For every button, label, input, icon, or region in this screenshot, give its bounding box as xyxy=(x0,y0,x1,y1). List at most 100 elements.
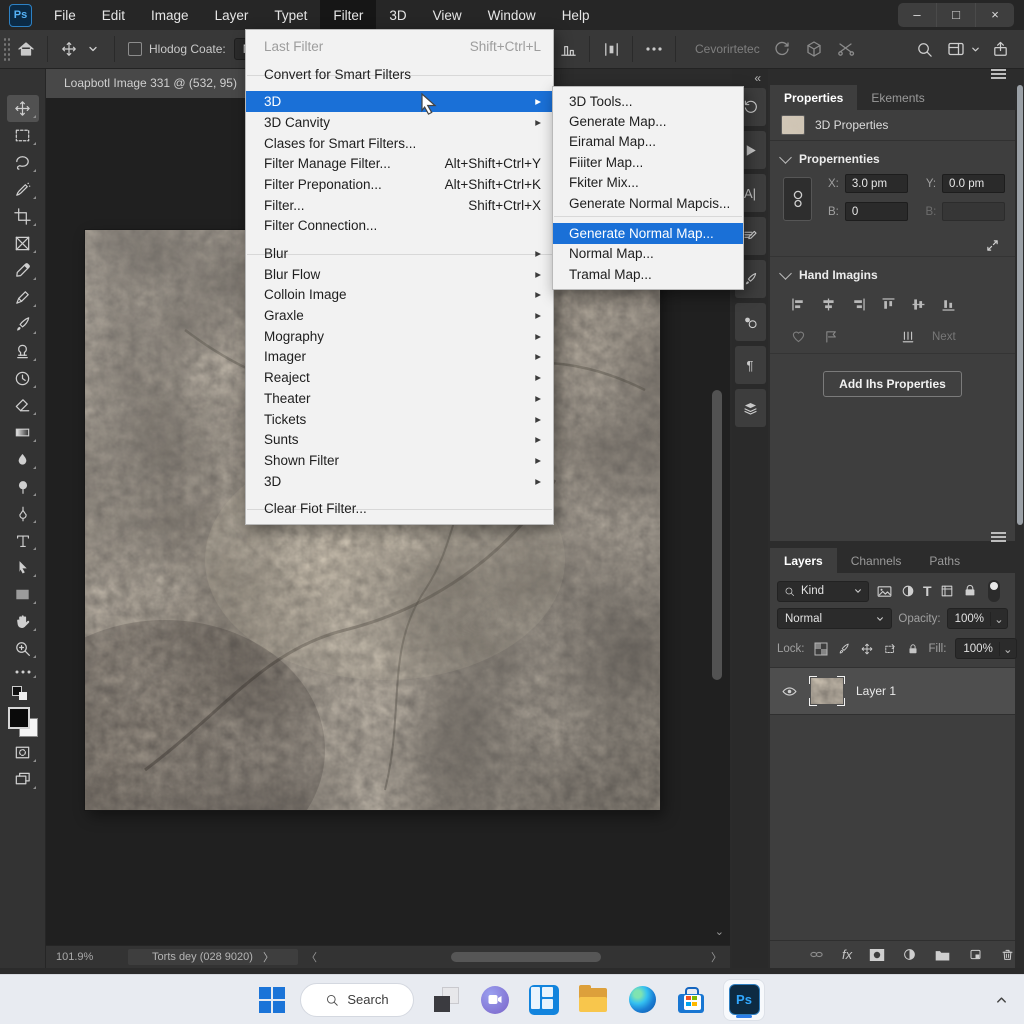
lock-transparency-icon[interactable] xyxy=(814,642,828,656)
foreground-color-swatch[interactable] xyxy=(8,707,30,729)
clone-stamp-tool[interactable] xyxy=(7,338,39,365)
lock-pixels-icon[interactable] xyxy=(837,642,851,656)
layer-name[interactable]: Layer 1 xyxy=(856,684,896,698)
panel-tab[interactable]: Properties xyxy=(770,85,857,110)
canvas-vertical-scrollbar[interactable] xyxy=(712,390,722,680)
menubar-item[interactable]: Window xyxy=(475,0,549,30)
submenu-item[interactable]: Eiramal Map... xyxy=(553,132,743,152)
menu-item[interactable]: 3D Canvity xyxy=(246,112,553,133)
task-view-button[interactable] xyxy=(429,983,463,1017)
chevron-down-icon[interactable] xyxy=(81,37,105,61)
dodge-tool[interactable] xyxy=(7,473,39,500)
share-icon[interactable] xyxy=(988,37,1012,61)
submenu-item[interactable]: Generate Normal Map... xyxy=(553,223,743,243)
filter-toggle[interactable] xyxy=(988,580,1000,602)
edge-browser-button[interactable] xyxy=(625,983,659,1017)
taskbar-overflow-chevron-icon[interactable] xyxy=(995,993,1008,1006)
menubar-item[interactable]: Image xyxy=(138,0,202,30)
paragraph-panel-button[interactable]: ¶ xyxy=(735,346,766,384)
menu-item[interactable]: Blur Flow xyxy=(246,264,553,285)
color-panel-button[interactable] xyxy=(735,303,766,341)
menu-item[interactable]: Filter Manage Filter... Alt+Shift+Ctrl+Y xyxy=(246,153,553,174)
align-bars-icon[interactable] xyxy=(556,37,580,61)
brush-tool[interactable] xyxy=(7,311,39,338)
align-bottom-icon[interactable] xyxy=(940,296,957,313)
submenu-item[interactable]: Generate Map... xyxy=(553,111,743,131)
eyedropper-tool[interactable] xyxy=(7,257,39,284)
visibility-eye-icon[interactable] xyxy=(781,683,798,700)
layer-thumbnail[interactable] xyxy=(809,676,845,706)
layer-row[interactable]: Layer 1 xyxy=(770,668,1015,715)
screen-mode-icon[interactable] xyxy=(7,766,39,793)
toolbar-grip[interactable] xyxy=(3,37,10,61)
panel-tab[interactable]: Channels xyxy=(837,548,916,573)
more-tools-icon[interactable] xyxy=(7,662,39,682)
panel-tab[interactable]: Layers xyxy=(770,548,837,573)
blob-icon[interactable] xyxy=(790,328,807,345)
menubar-item[interactable]: Layer xyxy=(202,0,262,30)
lock-all-icon[interactable] xyxy=(906,642,920,656)
layers-panel-button[interactable] xyxy=(735,389,766,427)
widgets-button[interactable] xyxy=(527,983,561,1017)
menu-item[interactable]: Theater xyxy=(246,388,553,409)
menu-item[interactable]: Blur xyxy=(246,243,553,264)
adjustment-layer-icon[interactable] xyxy=(902,947,917,962)
frame-tool[interactable] xyxy=(7,230,39,257)
filter-shape-icon[interactable] xyxy=(939,583,955,599)
menu-item[interactable]: Mography xyxy=(246,326,553,347)
align-top-icon[interactable] xyxy=(880,296,897,313)
document-tab[interactable]: Loapbotl Image 331 @ (532, 95) xyxy=(46,68,256,98)
shape-tool[interactable] xyxy=(7,581,39,608)
submenu-item[interactable]: Tramal Map... xyxy=(553,264,743,284)
align-right-icon[interactable] xyxy=(850,296,867,313)
horizontal-scroll-thumb[interactable] xyxy=(451,952,601,962)
quick-mask-icon[interactable] xyxy=(7,739,39,766)
submenu-item[interactable] xyxy=(553,216,743,223)
menu-item[interactable]: Convert for Smart Filters xyxy=(246,64,553,85)
panel-menu-icon[interactable] xyxy=(991,69,1006,71)
quick-selection-tool[interactable] xyxy=(7,176,39,203)
menu-item[interactable]: Imager xyxy=(246,347,553,368)
lock-artboard-icon[interactable] xyxy=(883,642,897,656)
chevron-down-icon[interactable] xyxy=(968,37,982,61)
fill-dropdown[interactable]: 100% ⌄ xyxy=(955,638,1016,659)
blur-tool[interactable] xyxy=(7,446,39,473)
menu-item[interactable]: Shown Filter xyxy=(246,450,553,471)
home-icon[interactable] xyxy=(14,37,38,61)
link-dimensions-icon[interactable] xyxy=(783,177,812,221)
menubar-item[interactable]: Edit xyxy=(89,0,138,30)
b-field[interactable]: 0 xyxy=(845,202,908,221)
chevron-right-icon[interactable]: 〉 xyxy=(263,949,274,965)
menu-item[interactable]: Filter Connection... xyxy=(246,216,553,237)
menubar-item[interactable]: File xyxy=(41,0,89,30)
shears-icon[interactable] xyxy=(834,37,858,61)
path-selection-tool[interactable] xyxy=(7,554,39,581)
foreground-background-swatches[interactable] xyxy=(8,707,38,737)
collapse-panels-icon[interactable]: « xyxy=(754,71,761,85)
menu-item[interactable]: Graxle xyxy=(246,305,553,326)
spot-healing-tool[interactable] xyxy=(7,284,39,311)
filter-smart-object-icon[interactable] xyxy=(962,583,978,599)
microsoft-store-button[interactable] xyxy=(674,983,708,1017)
new-layer-icon[interactable] xyxy=(968,947,983,962)
new-group-icon[interactable] xyxy=(934,947,951,962)
3d-widget-icon[interactable] xyxy=(802,37,826,61)
menu-item[interactable] xyxy=(246,236,553,243)
menubar-item[interactable]: 3D xyxy=(376,0,419,30)
link-layers-icon[interactable] xyxy=(808,946,825,963)
distribute-icon[interactable] xyxy=(599,37,623,61)
panel-tab[interactable]: Ekements xyxy=(857,85,938,110)
align-left-icon[interactable] xyxy=(790,296,807,313)
type-tool[interactable] xyxy=(7,527,39,554)
more-options-icon[interactable] xyxy=(642,37,666,61)
canvas-horizontal-scrollbar[interactable] xyxy=(331,952,697,962)
transform-section-header[interactable]: Propernenties xyxy=(770,141,1015,171)
crop-tool[interactable] xyxy=(7,203,39,230)
submenu-item[interactable]: Normal Map... xyxy=(553,244,743,264)
scroll-down-icon[interactable]: ⌄ xyxy=(715,925,724,938)
menu-item[interactable] xyxy=(246,491,553,498)
submenu-item[interactable]: Fiiiter Map... xyxy=(553,152,743,172)
pen-tool[interactable] xyxy=(7,500,39,527)
gradient-tool[interactable] xyxy=(7,419,39,446)
panel-scrollbar[interactable] xyxy=(1017,85,1023,525)
